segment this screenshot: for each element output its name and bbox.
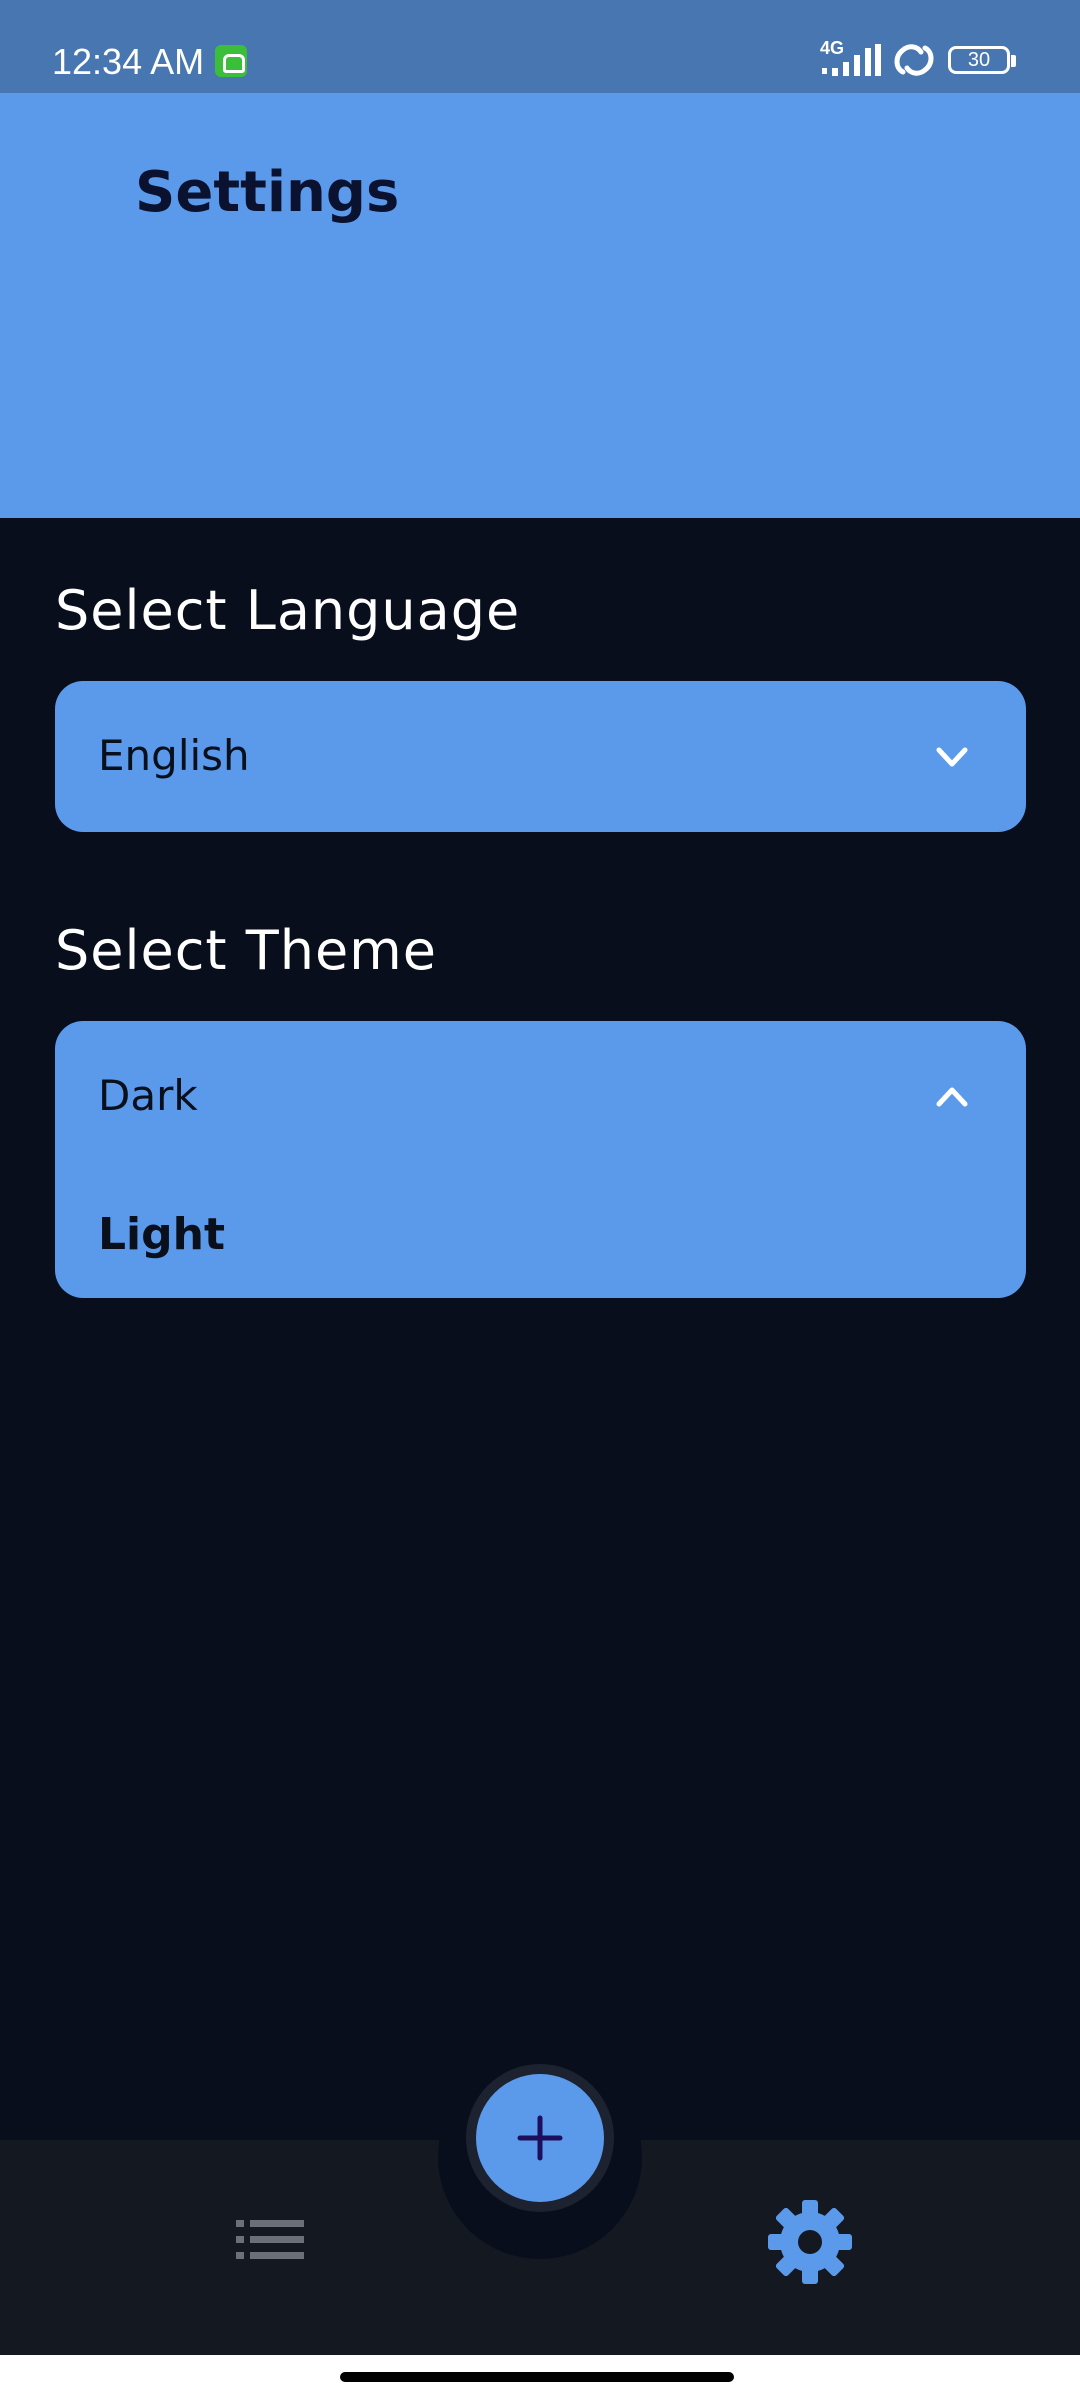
signal-icon bbox=[822, 44, 881, 76]
status-bar: 12:34 AM 4G 30 bbox=[0, 0, 1080, 93]
theme-option-light[interactable]: Light bbox=[98, 1207, 225, 1263]
status-time: 12:34 AM bbox=[52, 41, 205, 82]
chevron-down-icon bbox=[936, 747, 968, 767]
theme-dropdown[interactable]: Dark Light bbox=[55, 1021, 1026, 1298]
chevron-up-icon[interactable] bbox=[933, 1078, 971, 1116]
page-title: Settings bbox=[135, 160, 400, 225]
home-indicator[interactable] bbox=[340, 2372, 734, 2382]
app-notification-icon bbox=[215, 45, 247, 77]
language-section-label: Select Language bbox=[55, 579, 521, 642]
app-header: Settings bbox=[0, 93, 1080, 518]
theme-selected-value: Dark bbox=[98, 1071, 198, 1120]
language-dropdown[interactable]: English bbox=[55, 681, 1026, 832]
add-button[interactable] bbox=[476, 2074, 604, 2202]
gear-icon[interactable] bbox=[764, 2196, 856, 2288]
theme-section-label: Select Theme bbox=[55, 919, 438, 982]
battery-icon: 30 bbox=[948, 46, 1016, 74]
link-icon bbox=[894, 44, 934, 76]
add-icon bbox=[517, 2115, 563, 2161]
battery-level: 30 bbox=[967, 49, 991, 71]
list-icon[interactable] bbox=[222, 2210, 318, 2270]
language-selected-value: English bbox=[98, 731, 250, 780]
